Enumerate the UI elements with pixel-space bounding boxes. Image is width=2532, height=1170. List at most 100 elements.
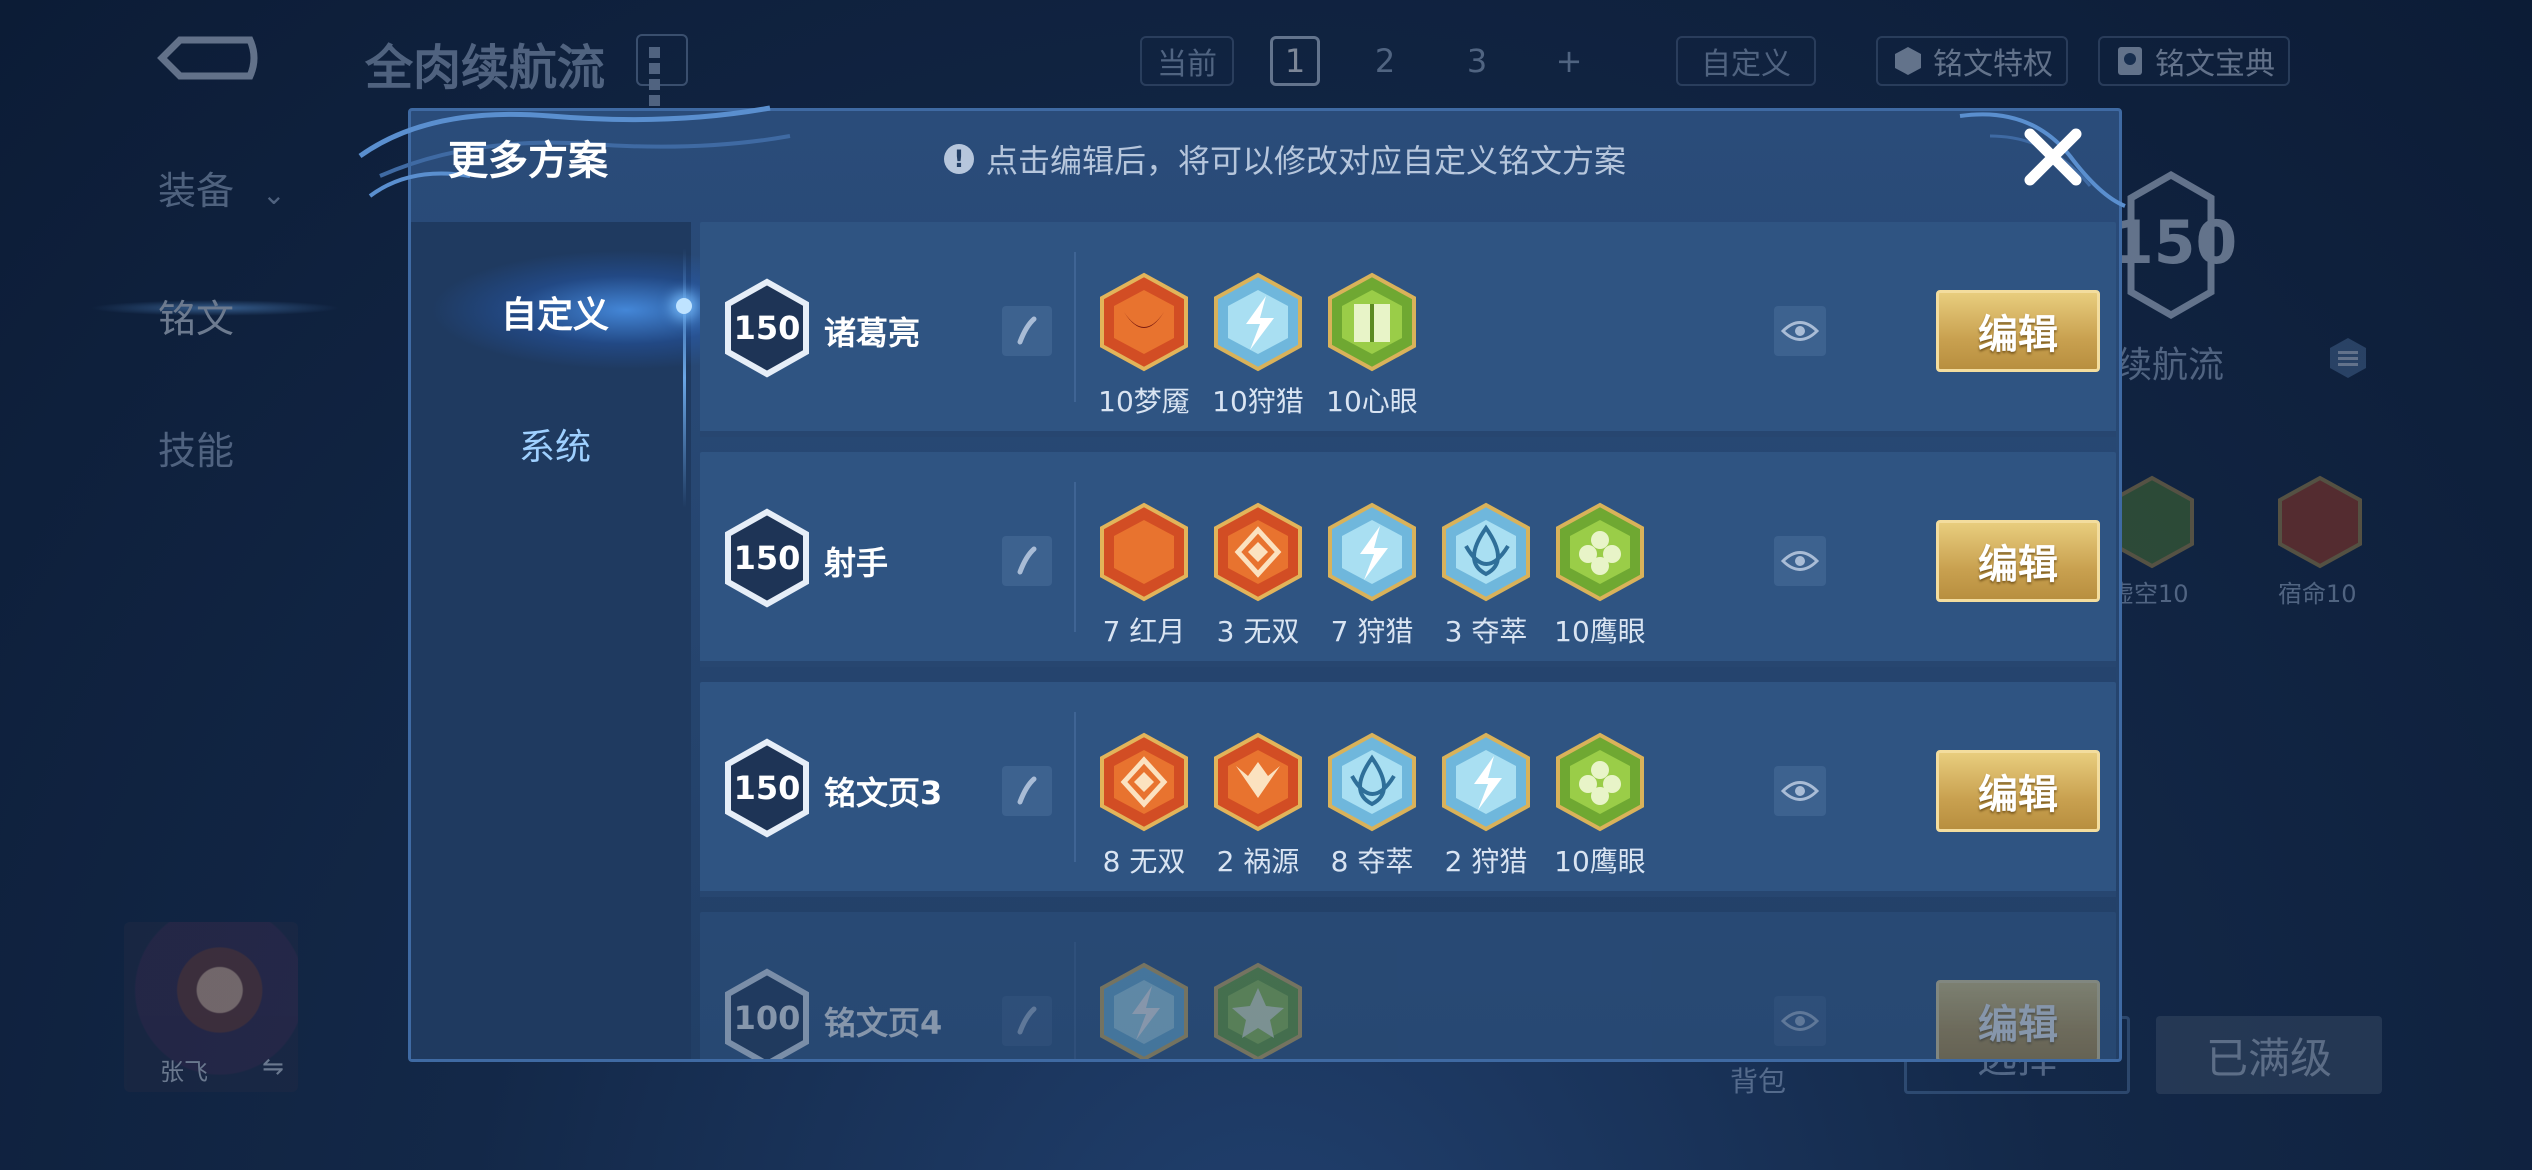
swap-icon[interactable]: ⇋ [262,1052,284,1082]
edit-button[interactable]: 编辑 [1936,980,2100,1059]
preview-button[interactable] [1774,766,1826,816]
grid-icon[interactable] [636,34,688,106]
pencil-icon [1017,546,1037,575]
divider [1074,252,1076,402]
rune-bolt-icon [1442,732,1530,832]
info-icon: ! [944,144,974,174]
level-text: 150 [733,769,801,807]
codex-button[interactable]: 铭文宝典 [2098,36,2290,86]
level-text: 100 [733,999,801,1037]
eye-icon [1781,781,1819,801]
pencil-icon [1017,316,1037,345]
side-nav-runes[interactable]: 铭文 [158,288,234,343]
pencil-icon [1017,776,1037,805]
edit-button[interactable]: 编辑 [1936,750,2100,832]
level-text: 150 [733,539,801,577]
plan-name: 铭文页4 [824,1004,943,1042]
custom-button[interactable]: 自定义 [1676,36,1816,86]
rune-demon-icon [1100,272,1188,372]
side-nav-equipment[interactable]: 装备 ⌄ [158,160,286,215]
page-number-3[interactable]: 3 [1452,36,1502,86]
edit-button[interactable]: 编辑 [1936,290,2100,372]
rune-label: 10梦魇 [1098,385,1190,418]
rune-label: 2 狩猎 [1444,845,1528,878]
list-icon[interactable] [2326,336,2370,380]
dialog-hint: ! 点击编辑后，将可以修改对应自定义铭文方案 [944,136,1626,182]
tab-indicator-line [683,248,686,508]
eye-icon [1781,1011,1819,1031]
bag-label[interactable]: 背包 [1730,1060,1786,1100]
rune-label: 3 无双 [1216,615,1300,648]
level-badge: 150 [722,508,812,608]
rune-label: 8 无双 [1102,845,1186,878]
tab-indicator-dot [676,298,692,314]
background-rune-label: 宿命10 [2278,580,2357,608]
rune-bolt-icon [1100,962,1188,1059]
level-badge: 150 [722,738,812,838]
preview-button[interactable] [1774,306,1826,356]
page-number-2[interactable]: 2 [1360,36,1410,86]
eye-icon [1781,321,1819,341]
add-page-button[interactable]: + [1544,36,1594,86]
background-rune-fate-icon [2278,475,2362,569]
privilege-icon [1895,47,1921,75]
tab-custom[interactable]: 自定义 [470,286,640,338]
rune-label: 10鹰眼 [1554,615,1646,648]
codex-label: 铭文宝典 [2155,47,2275,82]
preview-button[interactable] [1774,536,1826,586]
side-nav-label: 装备 [158,169,235,213]
rune-diamond-icon [1214,502,1302,602]
rune-knot-icon [1442,502,1530,602]
rune-star-icon [1214,962,1302,1059]
rune-label: 3 夺萃 [1444,615,1528,648]
rune-bolt-icon [1214,272,1302,372]
plan-name: 射手 [824,544,889,582]
plan-row: 150 铭文页3 8 无双 2 祸源 8 夺萃 2 狩猎 10鹰眼 编辑 [700,682,2116,897]
rune-label: 10鹰眼 [1554,845,1646,878]
page-number-1[interactable]: 1 [1270,36,1320,86]
divider [1074,942,1076,1059]
rune-shard-icon [1214,732,1302,832]
rune-label: 10心眼 [1326,385,1418,418]
plan-list[interactable]: 150 诸葛亮 10梦魇 10狩猎 10心眼 编辑 150 射手 7 红月 3 … [700,222,2120,1059]
chevron-down-icon: ⌄ [262,178,286,211]
back-arrow-icon[interactable] [150,30,260,90]
tab-system[interactable]: 系统 [470,418,640,470]
plan-row: 100 铭文页4 编辑 [700,912,2116,1059]
plan-row: 150 诸葛亮 10梦魇 10狩猎 10心眼 编辑 [700,222,2116,437]
background-plan-name: 续航流 [2116,345,2225,386]
rune-moon-icon [1100,502,1188,602]
rune-bolt-icon [1328,502,1416,602]
level-badge: 150 [722,278,812,378]
codex-icon [2118,47,2142,75]
plan-name: 诸葛亮 [824,314,921,352]
privilege-label: 铭文特权 [1933,47,2053,82]
privilege-button[interactable]: 铭文特权 [1876,36,2068,86]
pencil-icon [1017,1006,1037,1035]
rune-clover-icon [1556,732,1644,832]
rune-label: 10狩猎 [1212,385,1304,418]
rename-button[interactable] [1002,306,1052,356]
rune-clover-icon [1556,502,1644,602]
divider [1074,712,1076,862]
current-tab[interactable]: 当前 [1140,36,1234,86]
max-level-button[interactable]: 已满级 [2156,1016,2382,1094]
rune-diamond-icon [1100,732,1188,832]
rename-button[interactable] [1002,996,1052,1046]
rename-button[interactable] [1002,536,1052,586]
rune-book-icon [1328,272,1416,372]
rename-button[interactable] [1002,766,1052,816]
rune-label: 7 狩猎 [1330,615,1414,648]
background-level-text: 150 [2112,208,2238,278]
dialog-title: 更多方案 [448,138,608,184]
rune-label: 2 祸源 [1216,845,1300,878]
hero-name: 张飞 [160,1058,208,1086]
edit-button[interactable]: 编辑 [1936,520,2100,602]
eye-icon [1781,551,1819,571]
side-nav-skills[interactable]: 技能 [158,420,234,475]
divider [1074,482,1076,632]
rune-label: 8 夺萃 [1330,845,1414,878]
plan-name: 铭文页3 [824,774,943,812]
close-icon[interactable] [2020,124,2086,190]
preview-button[interactable] [1774,996,1826,1046]
